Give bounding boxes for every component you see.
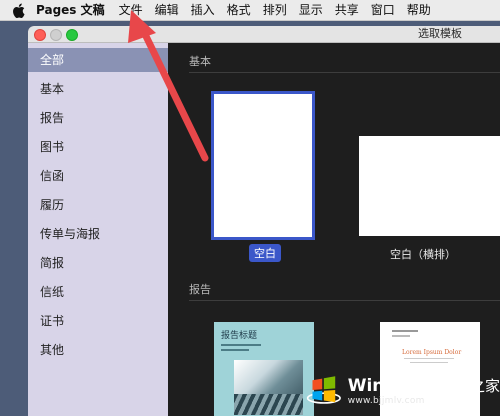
report-thumb-title: 报告标题 [221, 331, 258, 341]
watermark: Windows 系统之家 www.bjjmlv.com [306, 364, 500, 416]
menu-window[interactable]: 窗口 [371, 0, 395, 20]
report2-thumb-line [410, 362, 448, 363]
section-title-reports: 报告 [189, 283, 211, 296]
watermark-brand: Windows 系统之家 [348, 375, 500, 396]
windows-logo-icon [306, 376, 341, 404]
sidebar-item-certificates[interactable]: 证书 [28, 309, 168, 333]
section-divider [189, 300, 500, 301]
menu-arrange[interactable]: 排列 [263, 0, 287, 20]
sidebar-item-all[interactable]: 全部 [28, 48, 168, 72]
template-blank-landscape-thumbnail[interactable] [359, 136, 500, 236]
menu-file[interactable]: 文件 [119, 0, 143, 20]
template-blank-thumbnail[interactable] [211, 91, 315, 240]
template-blank-landscape-label[interactable]: 空白（横排） [390, 246, 456, 262]
zoom-button[interactable] [66, 29, 78, 41]
minimize-button[interactable] [50, 29, 62, 41]
watermark-text: Windows 系统之家 www.bjjmlv.com [348, 375, 500, 406]
menu-bar: Pages 文稿 文件 编辑 插入 格式 排列 显示 共享 窗口 帮助 [0, 0, 500, 21]
sidebar-item-newsletters[interactable]: 简报 [28, 251, 168, 275]
report2-thumb-line [392, 335, 410, 337]
report2-thumb-line [392, 330, 418, 332]
sidebar-item-other[interactable]: 其他 [28, 338, 168, 362]
sidebar-item-basic[interactable]: 基本 [28, 77, 168, 101]
template-gallery: 基本 空白 空白（横排） 报告 报告标题 Lorem Ipsum Dolor [168, 43, 500, 416]
sidebar-item-stationery[interactable]: 信纸 [28, 280, 168, 304]
report-thumb-line [221, 344, 261, 346]
template-blank-label[interactable]: 空白 [249, 244, 281, 262]
section-title-basic: 基本 [189, 55, 211, 68]
template-chooser-window: 选取模板 全部 基本 报告 图书 信函 履历 传单与海报 简报 信纸 证书 其他… [28, 26, 500, 416]
watermark-brand-en: Windows [347, 375, 435, 396]
template-report-thumbnail[interactable]: 报告标题 [214, 322, 314, 416]
menu-help[interactable]: 帮助 [407, 0, 431, 20]
report-thumb-line [221, 349, 249, 351]
category-sidebar: 全部 基本 报告 图书 信函 履历 传单与海报 简报 信纸 证书 其他 [28, 43, 168, 416]
watermark-brand-cn: 系统之家 [439, 376, 500, 395]
menu-insert[interactable]: 插入 [191, 0, 215, 20]
watermark-url: www.bjjmlv.com [347, 395, 425, 406]
close-button[interactable] [34, 29, 46, 41]
apple-icon[interactable] [8, 0, 28, 20]
sidebar-item-books[interactable]: 图书 [28, 135, 168, 159]
report2-thumb-title: Lorem Ipsum Dolor [402, 349, 462, 356]
menu-app-name[interactable]: Pages 文稿 [36, 0, 105, 20]
sidebar-item-reports[interactable]: 报告 [28, 106, 168, 130]
sidebar-item-letters[interactable]: 信函 [28, 164, 168, 188]
report-thumb-photo-stripes [234, 394, 303, 415]
menu-view[interactable]: 显示 [299, 0, 323, 20]
sidebar-item-resumes[interactable]: 履历 [28, 193, 168, 217]
section-divider [189, 72, 500, 73]
window-title: 选取模板 [418, 27, 462, 40]
sidebar-item-flyers-posters[interactable]: 传单与海报 [28, 222, 168, 246]
report2-thumb-line [404, 358, 454, 359]
menu-share[interactable]: 共享 [335, 0, 359, 20]
menu-edit[interactable]: 编辑 [155, 0, 179, 20]
menu-format[interactable]: 格式 [227, 0, 251, 20]
title-bar[interactable]: 选取模板 [28, 26, 500, 43]
